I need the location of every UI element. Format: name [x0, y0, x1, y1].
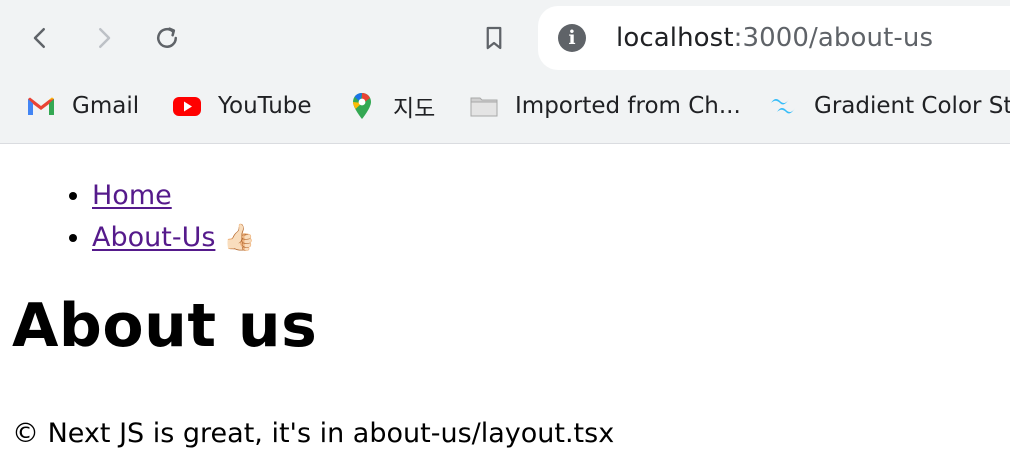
site-info-icon[interactable]: i [558, 24, 586, 52]
nav-item-about-us: About-Us 👍🏻 [92, 217, 256, 259]
forward-button[interactable] [84, 18, 124, 58]
bookmark-icon [486, 26, 502, 50]
url-host: localhost [616, 23, 734, 53]
reload-icon [157, 27, 177, 48]
bookmark-gmail[interactable]: Gmail [24, 88, 139, 124]
browser-toolbar: i localhost:3000/about-us [0, 0, 1010, 76]
chevron-right-icon [99, 28, 111, 48]
bookmark-folder[interactable]: Imported from Ch... [467, 88, 741, 124]
address-bar[interactable]: i localhost:3000/about-us [538, 6, 1010, 70]
bookmark-youtube[interactable]: YouTube [170, 88, 312, 124]
page-title: About us [12, 291, 318, 361]
thumbs-up-emoji: 👍🏻 [223, 223, 256, 253]
bookmark-gradient-color[interactable]: Gradient Color St [766, 88, 1010, 124]
bookmark-label: 지도 [393, 96, 436, 122]
back-button[interactable] [20, 18, 60, 58]
site-nav: Home About-Us 👍🏻 [92, 175, 256, 259]
bookmark-page-button[interactable] [474, 18, 514, 58]
about-us-link[interactable]: About-Us [92, 222, 215, 253]
google-maps-icon [345, 89, 379, 123]
tailwind-icon [766, 89, 800, 123]
chevron-left-icon [33, 28, 45, 48]
bookmark-label: YouTube [218, 93, 312, 119]
reload-button[interactable] [147, 18, 187, 58]
layout-footer-text: © Next JS is great, it's in about-us/lay… [12, 418, 615, 449]
nav-item-home: Home [92, 175, 256, 217]
url-text[interactable]: localhost:3000/about-us [616, 23, 933, 53]
bookmarks-bar: Gmail YouTube 지도 Imported from Ch... Gra… [0, 80, 1010, 132]
bookmark-label: Gradient Color St [814, 93, 1010, 119]
folder-icon [467, 89, 501, 123]
url-path: :3000/about-us [733, 23, 934, 53]
youtube-icon [170, 89, 204, 123]
bookmark-label: Gmail [72, 93, 140, 119]
bookmark-maps[interactable]: 지도 [345, 88, 435, 124]
bookmark-label: Imported from Ch... [515, 93, 741, 119]
page-content: Home About-Us 👍🏻 About us © Next JS is gr… [0, 145, 1010, 468]
gmail-icon [24, 89, 58, 123]
browser-chrome: i localhost:3000/about-us Gmail YouTube [0, 0, 1010, 144]
home-link[interactable]: Home [92, 180, 172, 211]
